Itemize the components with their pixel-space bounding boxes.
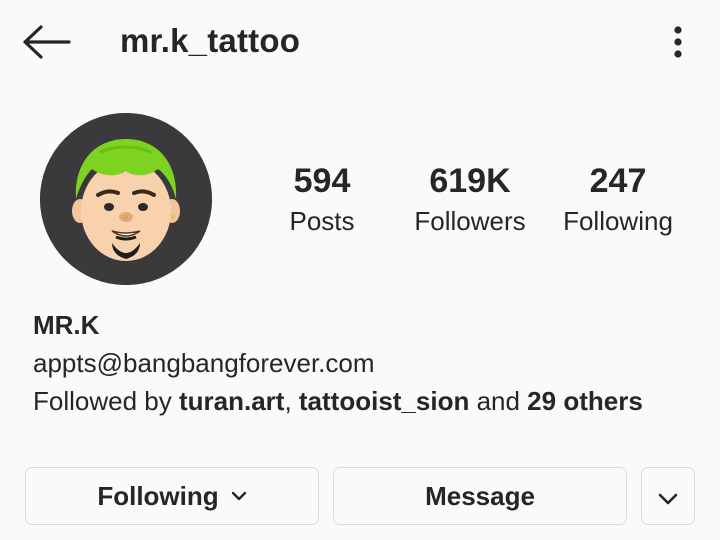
message-button[interactable]: Message bbox=[333, 467, 627, 525]
arrow-left-icon bbox=[23, 25, 71, 59]
profile-page: mr.k_tattoo 594 Posts 619K Followers 247… bbox=[0, 0, 720, 540]
bio-email[interactable]: appts@bangbangforever.com bbox=[33, 344, 703, 382]
followers-stat[interactable]: 619K Followers bbox=[400, 160, 540, 240]
posts-stat[interactable]: 594 Posts bbox=[262, 160, 382, 240]
more-options-button[interactable] bbox=[656, 18, 700, 66]
display-name: MR.K bbox=[33, 310, 100, 340]
profile-bio: MR.K appts@bangbangforever.com Followed … bbox=[33, 306, 703, 420]
back-button[interactable] bbox=[18, 20, 74, 64]
profile-avatar[interactable] bbox=[40, 113, 212, 285]
followed-by-others[interactable]: 29 others bbox=[527, 386, 643, 416]
top-bar: mr.k_tattoo bbox=[0, 0, 720, 84]
followed-by-and: and bbox=[469, 386, 528, 416]
chevron-down-icon bbox=[658, 481, 678, 512]
message-button-label: Message bbox=[425, 480, 535, 511]
followed-by-user-2[interactable]: tattooist_sion bbox=[299, 386, 469, 416]
profile-username: mr.k_tattoo bbox=[120, 22, 301, 59]
followed-by-separator: , bbox=[284, 386, 299, 416]
posts-label: Posts bbox=[289, 206, 355, 236]
following-stat[interactable]: 247 Following bbox=[550, 160, 686, 240]
following-count: 247 bbox=[589, 162, 647, 200]
followed-by-prefix: Followed by bbox=[33, 386, 179, 416]
followers-label: Followers bbox=[414, 206, 526, 236]
posts-count: 594 bbox=[293, 162, 351, 200]
followers-count: 619K bbox=[429, 162, 511, 200]
followed-by-user-1[interactable]: turan.art bbox=[179, 386, 284, 416]
followed-by-line[interactable]: Followed by turan.art, tattooist_sion an… bbox=[33, 382, 703, 420]
following-button-label: Following bbox=[97, 480, 219, 511]
following-button[interactable]: Following bbox=[25, 467, 319, 525]
more-vertical-icon bbox=[674, 26, 682, 58]
chevron-down-icon bbox=[231, 491, 247, 501]
memoji-avatar bbox=[40, 113, 212, 285]
suggested-accounts-button[interactable] bbox=[641, 467, 695, 525]
following-label: Following bbox=[563, 206, 673, 236]
